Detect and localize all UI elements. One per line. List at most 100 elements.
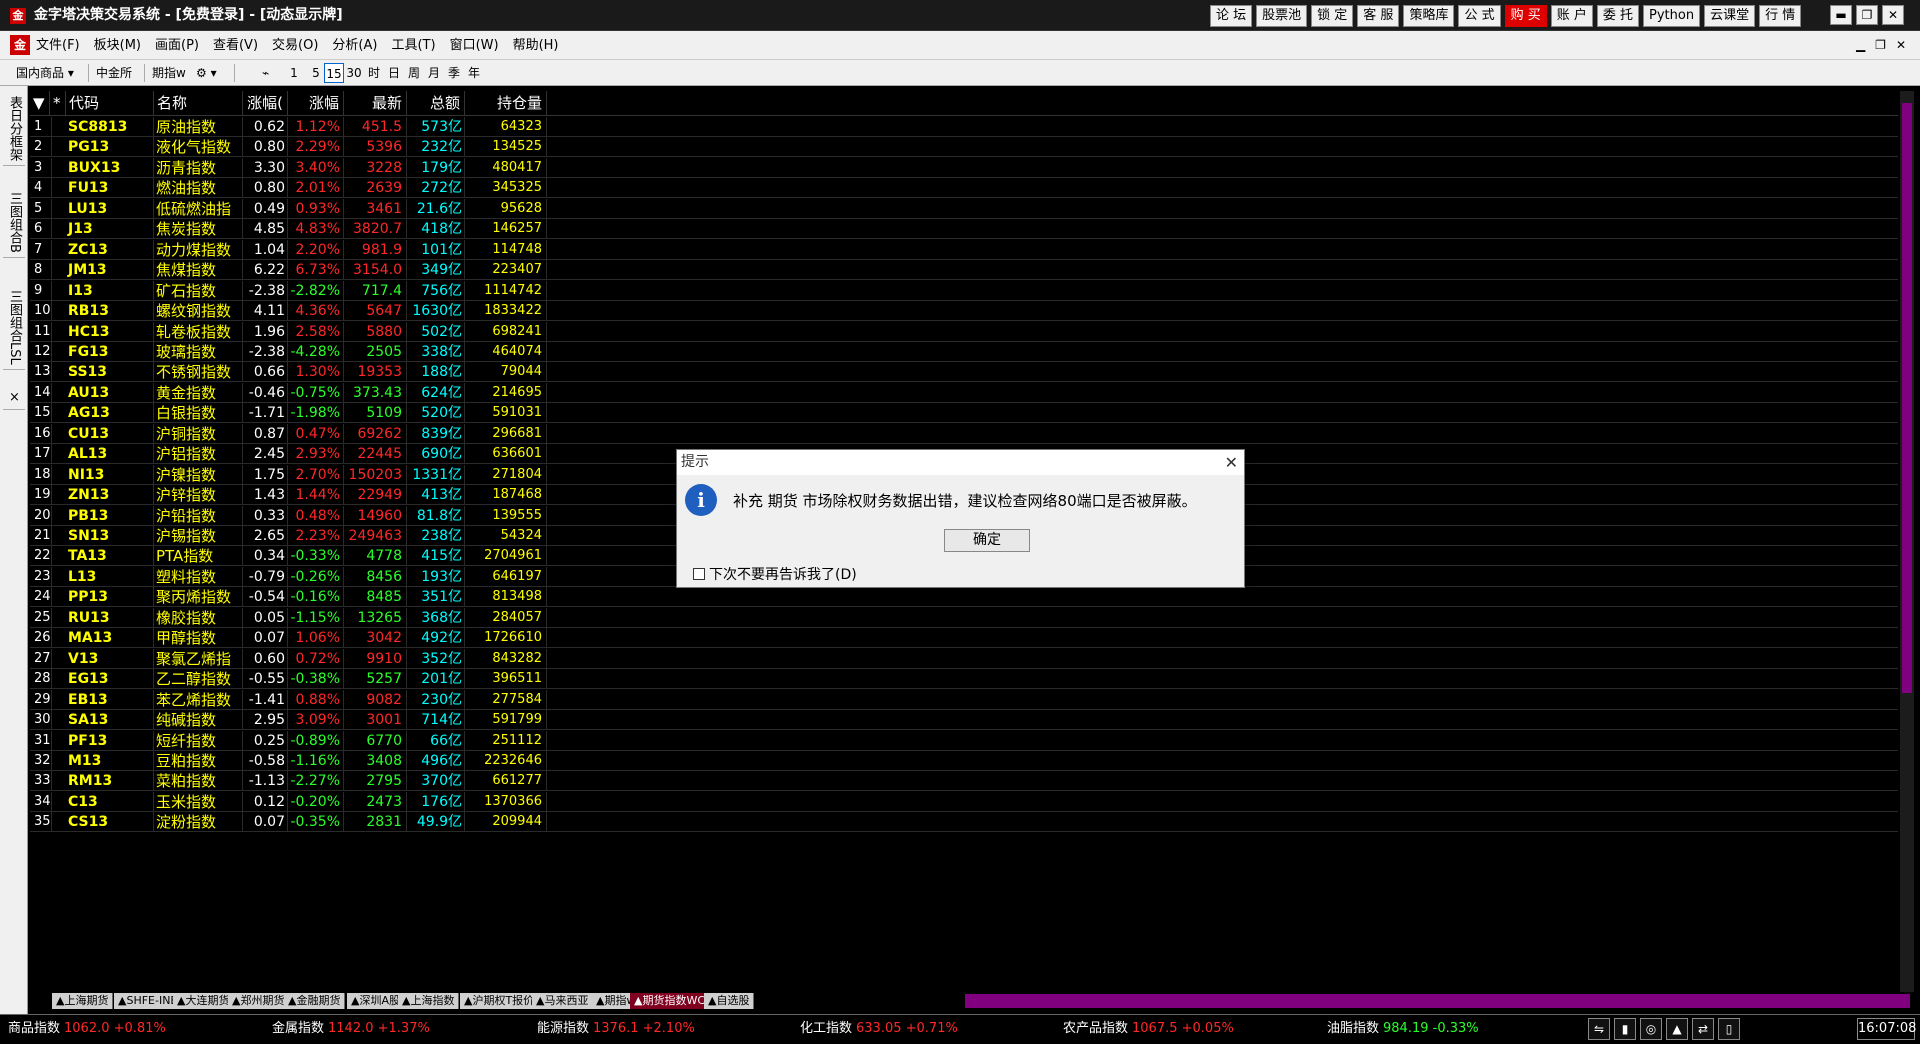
menu-item[interactable]: 帮助(H) xyxy=(513,31,559,60)
title-button[interactable]: 客 服 xyxy=(1357,5,1400,27)
table-row[interactable]: 16 CU13 沪铜指数 0.87 0.47% 69262 839亿 296681 xyxy=(30,423,1898,444)
close-icon[interactable]: × xyxy=(3,386,25,410)
table-row[interactable]: 3 BUX13 沥青指数 3.30 3.40% 3228 179亿 480417 xyxy=(30,157,1898,178)
title-button[interactable]: 策略库 xyxy=(1403,5,1455,27)
doc-icon[interactable]: ▯ xyxy=(1718,1018,1740,1040)
column-change[interactable]: 涨幅( xyxy=(243,91,288,116)
status-index[interactable]: 商品指数 1062.0 +0.81% xyxy=(8,1015,166,1043)
index-button[interactable]: 期指w xyxy=(152,60,186,86)
table-row[interactable]: 1 SC8813 原油指数 0.62 1.12% 451.5 573亿 64323 xyxy=(30,117,1898,137)
table-row[interactable]: 11 HC13 轧卷板指数 1.96 2.58% 5880 502亿 698241 xyxy=(30,321,1898,342)
period-button[interactable]: 周 xyxy=(404,63,424,83)
dont-show-again-checkbox[interactable]: 下次不要再告诉我了(D) xyxy=(693,564,857,584)
title-button[interactable]: 公 式 xyxy=(1458,5,1501,27)
column-code[interactable]: 代码 xyxy=(66,91,154,116)
table-row[interactable]: 2 PG13 液化气指数 0.80 2.29% 5396 232亿 134525 xyxy=(30,137,1898,158)
column-last[interactable]: 最新 xyxy=(344,91,407,116)
table-row[interactable]: 13 SS13 不锈钢指数 0.66 1.30% 19353 188亿 79044 xyxy=(30,362,1898,383)
title-button[interactable]: 云课堂 xyxy=(1704,5,1756,27)
restore-icon[interactable]: ▁ xyxy=(1856,31,1865,60)
ok-button[interactable]: 确定 xyxy=(944,529,1030,552)
sync-icon[interactable]: ⇋ xyxy=(1588,1018,1610,1040)
market-dropdown[interactable]: 国内商品 ▾ xyxy=(16,60,74,86)
table-row[interactable]: 32 M13 豆粕指数 -0.58 -1.16% 3408 496亿 2232646 xyxy=(30,750,1898,771)
table-row[interactable]: 29 EB13 苯乙烯指数 -1.41 0.88% 9082 230亿 277584 xyxy=(30,689,1898,710)
status-index[interactable]: 农产品指数 1067.5 +0.05% xyxy=(1063,1015,1234,1043)
title-button[interactable]: 行 情 xyxy=(1759,5,1802,27)
record-icon[interactable]: ▮ xyxy=(1614,1018,1636,1040)
bottom-tab[interactable]: ▲上海指数 xyxy=(398,993,460,1009)
table-row[interactable]: 4 FU13 燃油指数 0.80 2.01% 2639 272亿 345325 xyxy=(30,178,1898,199)
title-button[interactable]: 股票池 xyxy=(1256,5,1308,27)
close-icon[interactable]: ✕ xyxy=(1882,5,1904,25)
title-button[interactable]: 购 买 xyxy=(1504,5,1547,27)
sort-icon[interactable]: ▼ xyxy=(30,91,50,116)
restore-icon[interactable]: ❐ xyxy=(1875,31,1886,60)
side-tab-combo-b[interactable]: 三图组合B xyxy=(3,188,25,258)
status-index[interactable]: 化工指数 633.05 +0.71% xyxy=(800,1015,958,1043)
vertical-scrollbar[interactable] xyxy=(1900,91,1914,996)
menu-item[interactable]: 查看(V) xyxy=(213,31,258,60)
bottom-tab[interactable]: ▲深圳A股 xyxy=(347,993,405,1009)
column-pct[interactable]: 涨幅 xyxy=(288,91,344,116)
table-row[interactable]: 27 V13 聚氯乙烯指 0.60 0.72% 9910 352亿 843282 xyxy=(30,648,1898,669)
column-open-interest[interactable]: 持仓量 xyxy=(465,91,547,116)
table-row[interactable]: 15 AG13 白银指数 -1.71 -1.98% 5109 520亿 591031 xyxy=(30,403,1898,424)
period-button[interactable]: 30 xyxy=(344,63,364,83)
period-button[interactable]: 5 xyxy=(306,63,326,83)
table-row[interactable]: 6 J13 焦炭指数 4.85 4.83% 3820.7 418亿 146257 xyxy=(30,219,1898,240)
table-row[interactable]: 10 RB13 螺纹钢指数 4.11 4.36% 5647 1630亿 1833422 xyxy=(30,301,1898,322)
table-row[interactable]: 25 RU13 橡胶指数 0.05 -1.15% 13265 368亿 284057 xyxy=(30,607,1898,628)
table-row[interactable]: 28 EG13 乙二醇指数 -0.55 -0.38% 5257 201亿 396511 xyxy=(30,669,1898,690)
table-row[interactable]: 34 C13 玉米指数 0.12 -0.20% 2473 176亿 1370366 xyxy=(30,791,1898,812)
line-chart-icon[interactable]: ⌁ xyxy=(262,60,269,86)
alert-icon[interactable]: ▲ xyxy=(1666,1018,1688,1040)
column-star[interactable]: * xyxy=(50,91,66,116)
bottom-tab[interactable]: ▲郑州期货 xyxy=(228,993,290,1009)
table-row[interactable]: 24 PP13 聚丙烯指数 -0.54 -0.16% 8485 351亿 813498 xyxy=(30,587,1898,608)
title-button[interactable]: 锁 定 xyxy=(1311,5,1354,27)
bottom-tab[interactable]: ▲金融期货 xyxy=(284,993,346,1009)
menu-item[interactable]: 文件(F) xyxy=(36,31,80,60)
column-amount[interactable]: 总额 xyxy=(407,91,465,116)
scroll-thumb[interactable] xyxy=(1902,103,1912,693)
menu-logo[interactable]: 金 xyxy=(10,35,30,55)
menu-item[interactable]: 分析(A) xyxy=(332,31,377,60)
table-row[interactable]: 14 AU13 黄金指数 -0.46 -0.75% 373.43 624亿 214695 xyxy=(30,382,1898,403)
checkbox-box[interactable] xyxy=(693,568,705,580)
exchange-button[interactable]: 中金所 xyxy=(96,60,132,86)
side-tab-combo-lsl[interactable]: 三图组合LSL xyxy=(3,286,25,370)
title-button[interactable]: 账 户 xyxy=(1550,5,1593,27)
table-row[interactable]: 7 ZC13 动力煤指数 1.04 2.20% 981.9 101亿 114748 xyxy=(30,239,1898,260)
title-button[interactable]: 委 托 xyxy=(1596,5,1640,27)
bottom-tab[interactable]: ▲马来西亚 xyxy=(532,993,594,1009)
menu-item[interactable]: 窗口(W) xyxy=(450,31,499,60)
bottom-tab[interactable]: ▲自选股 xyxy=(704,993,755,1009)
period-button[interactable]: 年 xyxy=(464,63,484,83)
bottom-tab[interactable]: ▲沪期权T报价 xyxy=(460,993,540,1009)
side-tab-table[interactable]: 表日分框架 xyxy=(3,92,25,166)
period-button[interactable]: 时 xyxy=(364,63,384,83)
table-row[interactable]: 35 CS13 淀粉指数 0.07 -0.35% 2831 49.9亿 209944 xyxy=(30,812,1898,833)
table-row[interactable]: 31 PF13 短纤指数 0.25 -0.89% 6770 66亿 251112 xyxy=(30,730,1898,751)
table-row[interactable]: 8 JM13 焦煤指数 6.22 6.73% 3154.0 349亿 223407 xyxy=(30,260,1898,281)
maximize-icon[interactable]: ❐ xyxy=(1856,5,1878,25)
close-icon[interactable]: ✕ xyxy=(1896,31,1906,60)
globe-icon[interactable]: ◎ xyxy=(1640,1018,1662,1040)
bottom-tab[interactable]: ▲大连期货 xyxy=(173,993,235,1009)
table-row[interactable]: 33 RM13 菜粕指数 -1.13 -2.27% 2795 370亿 661277 xyxy=(30,771,1898,792)
period-button[interactable]: 月 xyxy=(424,63,444,83)
minimize-icon[interactable]: ▬ xyxy=(1830,5,1852,25)
menu-item[interactable]: 画面(P) xyxy=(155,31,199,60)
table-row[interactable]: 9 I13 矿石指数 -2.38 -2.82% 717.4 756亿 1114742 xyxy=(30,280,1898,301)
horizontal-scrollbar[interactable] xyxy=(965,994,1910,1008)
period-button[interactable]: 15 xyxy=(324,63,344,83)
column-name[interactable]: 名称 xyxy=(154,91,243,116)
status-index[interactable]: 油脂指数 984.19 -0.33% xyxy=(1327,1015,1479,1043)
table-row[interactable]: 12 FG13 玻璃指数 -2.38 -4.28% 2505 338亿 464074 xyxy=(30,341,1898,362)
menu-item[interactable]: 工具(T) xyxy=(391,31,435,60)
table-row[interactable]: 5 LU13 低硫燃油指 0.49 0.93% 3461 21.6亿 95628 xyxy=(30,198,1898,219)
switch-icon[interactable]: ⇄ xyxy=(1692,1018,1714,1040)
status-index[interactable]: 金属指数 1142.0 +1.37% xyxy=(272,1015,430,1043)
title-button[interactable]: 论 坛 xyxy=(1210,5,1253,27)
